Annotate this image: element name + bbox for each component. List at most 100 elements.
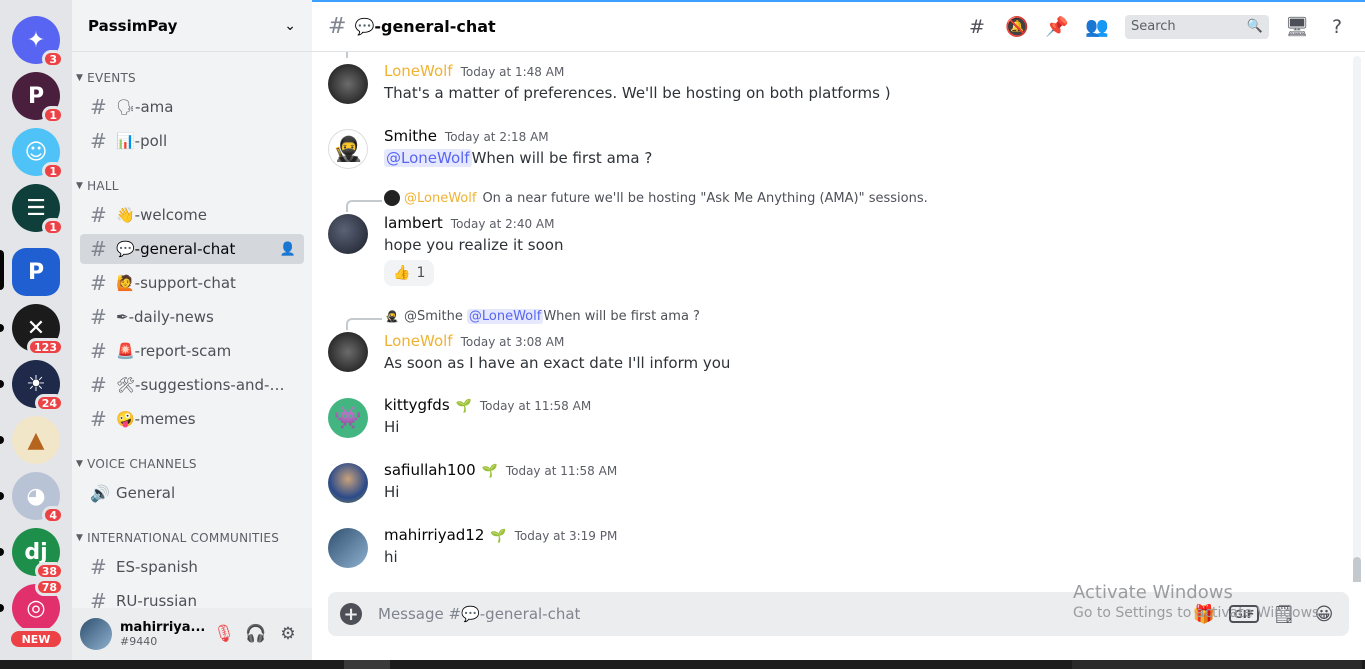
server-icon-instagram[interactable]: ◎ 78 (12, 578, 64, 632)
mute-mic-icon[interactable]: 🎙 (208, 618, 240, 650)
inbox-icon[interactable]: 🖥 (1285, 15, 1309, 39)
message-author[interactable]: mahirriyad12 (384, 526, 484, 544)
message-timestamp: Today at 3:19 PM (514, 529, 618, 543)
server-icon-passimpay[interactable]: P (12, 248, 60, 296)
message-item[interactable]: 👾 kittygfds 🌱 Today at 11:58 AM Hi (328, 396, 1328, 444)
category-hall[interactable]: ▼ HALL (76, 176, 119, 196)
create-invite-icon[interactable]: 👤 (280, 242, 296, 257)
message-timestamp: Today at 3:08 AM (460, 335, 565, 349)
channel-poll[interactable]: # 📊-poll (80, 126, 304, 156)
search-input[interactable]: Search 🔍 (1125, 14, 1269, 39)
channel-label: 👋-welcome (116, 206, 208, 224)
server-icon-bone[interactable]: ✕ 123 (12, 304, 64, 356)
reaction-button[interactable]: 👍 1 (384, 260, 435, 286)
add-attachment-icon[interactable]: + (340, 603, 362, 625)
reply-preview[interactable]: @LoneWolf On a near future we'll be host… (384, 190, 928, 206)
server-icon-p[interactable]: P 1 (12, 72, 64, 124)
mention-badge: 3 (42, 50, 64, 68)
help-icon[interactable]: ? (1325, 15, 1349, 39)
temple-icon: ▲ (27, 427, 45, 453)
username: mahirriya... (120, 620, 206, 635)
channel-welcome[interactable]: # 👋-welcome (80, 200, 304, 230)
mention-badge: 1 (42, 162, 64, 180)
settings-gear-icon[interactable]: ⚙ (272, 618, 304, 650)
message-header: LoneWolf Today at 1:48 AM (384, 62, 564, 80)
avatar[interactable] (328, 214, 368, 254)
message-author[interactable]: LoneWolf (384, 332, 453, 350)
message-timestamp: Today at 11:58 AM (505, 464, 618, 478)
channel-general-chat[interactable]: # 💬-general-chat 👤 (80, 234, 304, 264)
category-events[interactable]: ▼ EVENTS (76, 68, 136, 88)
message-header: safiullah100 🌱 Today at 11:58 AM (384, 461, 617, 479)
channel-ama[interactable]: # 🗣-ama (80, 92, 304, 122)
message-item[interactable]: LoneWolf Today at 1:48 AM That's a matte… (328, 62, 1328, 110)
avatar[interactable] (328, 463, 368, 503)
message-item[interactable]: 🥷 @Smithe @LoneWolf When will be first a… (328, 308, 1328, 380)
member-list-icon[interactable]: 👥 (1085, 15, 1109, 39)
message-content: Hi (384, 418, 400, 436)
channel-daily-news[interactable]: # ✒-daily-news (80, 302, 304, 332)
message-content: As soon as I have an exact date I'll inf… (384, 354, 731, 372)
channel-suggestions[interactable]: # 🛠-suggestions-and-fe... (80, 370, 304, 400)
message-author[interactable]: lambert (384, 214, 443, 232)
category-international[interactable]: ▼ INTERNATIONAL COMMUNITIES (76, 528, 279, 548)
sticker-icon[interactable]: 🗒 (1271, 601, 1297, 627)
hash-icon: # (90, 373, 107, 397)
caret-down-icon: ▼ (76, 73, 84, 83)
category-voice-channels[interactable]: ▼ VOICE CHANNELS (76, 454, 197, 474)
message-item[interactable]: 🥷 Smithe Today at 2:18 AM @LoneWolf When … (328, 127, 1328, 175)
guild-name: PassimPay (88, 16, 178, 35)
message-author[interactable]: kittygfds (384, 396, 450, 414)
gif-icon[interactable]: GIF (1228, 601, 1260, 627)
new-member-sprout-icon: 🌱 (490, 529, 507, 544)
server-icon-dj[interactable]: dj 38 (12, 528, 64, 580)
reply-preview[interactable]: 🥷 @Smithe @LoneWolf When will be first a… (384, 308, 700, 324)
message-author[interactable]: LoneWolf (384, 62, 453, 80)
server-icon-dog[interactable]: ◕ 4 (12, 472, 64, 524)
user-mention[interactable]: @LoneWolf (466, 308, 544, 324)
channel-support-chat[interactable]: # 🙋-support-chat (80, 268, 304, 298)
headphones-icon[interactable]: 🎧 (240, 618, 272, 650)
channel-label: 🗣-ama (116, 98, 174, 116)
user-mention[interactable]: @LoneWolf (384, 149, 472, 167)
home-button[interactable]: ✦ 3 (12, 16, 64, 68)
channel-spanish[interactable]: # ES-spanish (80, 552, 304, 582)
threads-icon[interactable]: # (965, 15, 989, 39)
avatar[interactable] (328, 528, 368, 568)
message-item[interactable]: safiullah100 🌱 Today at 11:58 AM Hi (328, 461, 1328, 509)
message-author[interactable]: safiullah100 (384, 461, 476, 479)
reply-author[interactable]: @Smithe (404, 309, 463, 324)
avatar[interactable]: 👾 (328, 398, 368, 438)
user-info[interactable]: mahirriya... #9440 (120, 620, 208, 648)
scrollbar-track[interactable] (1353, 56, 1361, 576)
server-icon-temple[interactable]: ▲ (12, 416, 60, 464)
pin-icon[interactable]: 📌 (1045, 15, 1069, 39)
taskbar-app[interactable] (344, 660, 390, 669)
message-item[interactable]: mahirriyad12 🌱 Today at 3:19 PM hi (328, 526, 1328, 574)
avatar[interactable] (328, 332, 368, 372)
reply-author[interactable]: @LoneWolf (404, 191, 476, 206)
hash-icon: # (90, 407, 107, 431)
scrollbar-thumb[interactable] (1353, 557, 1361, 582)
server-icon-checklist[interactable]: ☰ 1 (12, 184, 64, 236)
avatar[interactable]: 🥷 (328, 129, 368, 169)
server-icon-smiley[interactable]: ☺ 1 (12, 128, 64, 180)
guild-header[interactable]: PassimPay ⌄ (72, 0, 312, 52)
channel-memes[interactable]: # 🤪-memes (80, 404, 304, 434)
message-input[interactable]: Message #💬-general-chat (378, 605, 1191, 623)
channel-report-scam[interactable]: # 🚨-report-scam (80, 336, 304, 366)
notification-muted-icon[interactable]: 🔕 (1005, 15, 1029, 39)
hash-icon: # (90, 271, 107, 295)
server-icon-sun[interactable]: ☀ 24 (12, 360, 64, 412)
message-author[interactable]: Smithe (384, 127, 437, 145)
mention-badge: 123 (27, 338, 64, 356)
avatar[interactable] (328, 64, 368, 104)
message-composer[interactable]: + Message #💬-general-chat 🎁 GIF 🗒 😀 (328, 592, 1349, 636)
message-item[interactable]: @LoneWolf On a near future we'll be host… (328, 190, 1328, 292)
gift-icon[interactable]: 🎁 (1191, 601, 1217, 627)
emoji-picker-icon[interactable]: 😀 (1311, 601, 1337, 627)
channel-russian[interactable]: # RU-russian (80, 586, 304, 608)
message-header: Smithe Today at 2:18 AM (384, 127, 549, 145)
avatar[interactable] (80, 618, 112, 650)
voice-channel-general[interactable]: 🔊 General (80, 478, 304, 508)
